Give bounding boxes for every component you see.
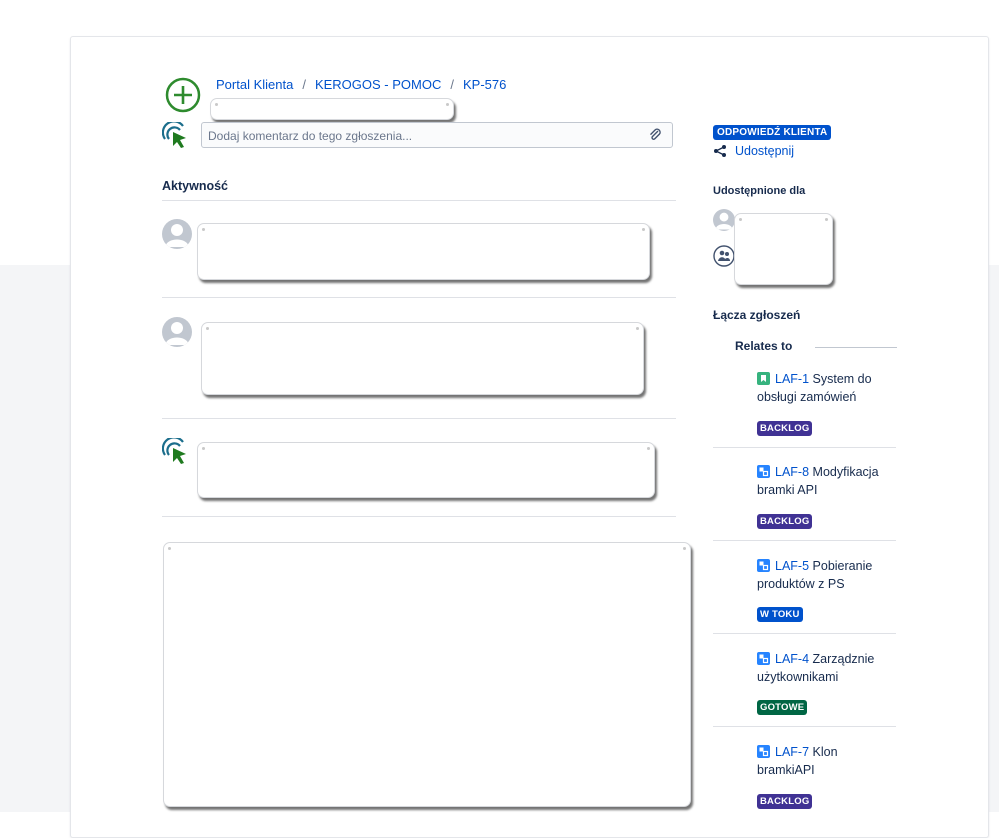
issue-status: BACKLOG: [757, 418, 813, 436]
redacted-comment: [197, 223, 650, 280]
redacted-shared-users: [734, 213, 833, 285]
share-label: Udostępnij: [735, 144, 795, 158]
activity-title: Aktywność: [162, 179, 228, 193]
status-lozenge: BACKLOG: [757, 794, 813, 809]
user-avatar-icon: [162, 438, 186, 464]
issue-key[interactable]: LAF-4: [775, 652, 809, 666]
linked-issue[interactable]: LAF-8 Modyfikacja bramki API: [757, 463, 897, 499]
redacted-comment: [163, 542, 691, 807]
divider: [162, 297, 676, 298]
linked-issue[interactable]: LAF-5 Pobieranie produktów z PS: [757, 557, 897, 593]
avatar: [162, 219, 192, 249]
comment-input[interactable]: Dodaj komentarz do tego zgłoszenia...: [201, 122, 673, 148]
divider: [162, 418, 676, 419]
subtask-icon: [757, 652, 770, 665]
organization-icon: [713, 245, 735, 267]
divider: [713, 447, 896, 448]
status-lozenge: BACKLOG: [757, 514, 813, 529]
shared-user-avatar: [713, 209, 735, 231]
breadcrumb-issue[interactable]: KP-576: [463, 77, 506, 92]
breadcrumb-separator: /: [302, 77, 306, 92]
share-button[interactable]: Udostępnij: [713, 144, 794, 158]
breadcrumb: Portal Klienta / KEROGOS - POMOC / KP-57…: [216, 77, 506, 92]
add-request-icon[interactable]: [165, 77, 201, 113]
issue-status: BACKLOG: [757, 511, 813, 529]
avatar: [162, 317, 192, 347]
subtask-icon: [757, 559, 770, 572]
user-avatar-icon: [162, 122, 186, 148]
relates-to-label: Relates to: [735, 339, 793, 353]
issue-status: W TOKU: [757, 604, 803, 622]
issue-status: GOTOWE: [757, 697, 808, 715]
divider: [713, 633, 896, 634]
redacted-comment: [197, 442, 655, 498]
divider: [713, 726, 896, 727]
linked-issue[interactable]: LAF-4 Zarządznie użytkownikami: [757, 650, 897, 686]
issue-key[interactable]: LAF-7: [775, 745, 809, 759]
divider: [162, 200, 676, 201]
divider: [162, 516, 676, 517]
relates-to-line: [815, 347, 897, 348]
breadcrumb-separator: /: [450, 77, 454, 92]
redacted-title: [210, 98, 454, 120]
subtask-icon: [757, 745, 770, 758]
issue-status: BACKLOG: [757, 791, 813, 809]
share-icon: [714, 145, 726, 157]
relates-to-heading: Relates to: [735, 339, 897, 353]
shared-with-title: Udostępnione dla: [713, 185, 806, 197]
linked-issue[interactable]: LAF-7 Klon bramkiAPI: [757, 743, 897, 779]
story-icon: [757, 372, 770, 385]
status-lozenge: W TOKU: [757, 607, 803, 622]
issue-links-title: Łącza zgłoszeń: [713, 308, 801, 322]
linked-issue[interactable]: LAF-1 System do obsługi zamówień: [757, 370, 897, 406]
comment-placeholder: Dodaj komentarz do tego zgłoszenia...: [208, 129, 413, 143]
status-lozenge: BACKLOG: [757, 421, 813, 436]
status-badge: ODPOWIEDŹ KLIENTA: [713, 122, 832, 140]
redacted-comment: [201, 322, 644, 395]
subtask-icon: [757, 465, 770, 478]
status-lozenge: ODPOWIEDŹ KLIENTA: [713, 125, 832, 140]
status-lozenge: GOTOWE: [757, 700, 808, 715]
breadcrumb-portal[interactable]: Portal Klienta: [216, 77, 293, 92]
issue-key[interactable]: LAF-5: [775, 559, 809, 573]
divider: [713, 540, 896, 541]
issue-key[interactable]: LAF-1: [775, 372, 809, 386]
issue-key[interactable]: LAF-8: [775, 465, 809, 479]
attachment-icon[interactable]: [648, 128, 662, 142]
breadcrumb-project[interactable]: KEROGOS - POMOC: [315, 77, 441, 92]
